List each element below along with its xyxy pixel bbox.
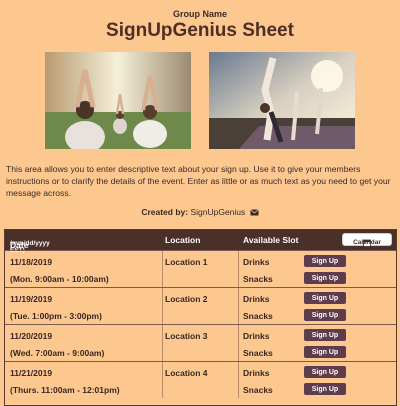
yoga-photo-2 xyxy=(209,52,355,149)
signup-button[interactable]: Sign Up xyxy=(304,272,346,284)
row-slot-snacks: Snacks xyxy=(243,385,273,395)
yoga-photo-1 xyxy=(45,52,191,149)
envelope-icon[interactable] xyxy=(249,208,259,218)
row-slot-snacks: Snacks xyxy=(243,311,273,321)
signup-button[interactable]: Sign Up xyxy=(304,383,346,395)
row-time: (Thurs. 11:00am - 12:01pm) xyxy=(10,385,120,395)
row-location: Location 3 xyxy=(165,331,208,341)
signup-button[interactable]: Sign Up xyxy=(304,292,346,304)
row-slot-drinks: Drinks xyxy=(243,368,270,378)
table-row: 11/21/2019 (Thurs. 11:00am - 12:01pm) Lo… xyxy=(5,361,396,398)
row-slot-snacks: Snacks xyxy=(243,348,273,358)
row-slot-drinks: Drinks xyxy=(243,331,270,341)
signup-button[interactable]: Sign Up xyxy=(304,329,346,341)
calendar-label: Calendar xyxy=(353,239,381,246)
slot-header: Available Slot xyxy=(243,235,299,245)
table-row: 11/19/2019 (Tue. 1:00pm - 3:00pm) Locati… xyxy=(5,287,396,324)
created-by-name: SignUpGenius xyxy=(190,207,246,217)
signup-button[interactable]: Sign Up xyxy=(304,255,346,267)
row-location: Location 4 xyxy=(165,368,208,378)
created-by-label: Created by: xyxy=(141,207,189,217)
page-title: SignUpGenius Sheet xyxy=(106,20,294,41)
signup-button[interactable]: Sign Up xyxy=(304,309,346,321)
row-location: Location 2 xyxy=(165,294,208,304)
row-time: (Mon. 9:00am - 10:00am) xyxy=(10,274,109,284)
row-time: (Tue. 1:00pm - 3:00pm) xyxy=(10,311,102,321)
description-text: This area allows you to enter descriptiv… xyxy=(6,164,391,198)
row-time: (Wed. 7:00am - 9:00am) xyxy=(10,348,105,358)
row-slot-snacks: Snacks xyxy=(243,274,273,284)
signup-button[interactable]: Sign Up xyxy=(304,366,346,378)
table-row: 11/20/2019 (Wed. 7:00am - 9:00am) Locati… xyxy=(5,324,396,361)
location-header: Location xyxy=(165,235,201,245)
table-row: 11/18/2019 (Mon. 9:00am - 10:00am) Locat… xyxy=(5,250,396,287)
row-slot-drinks: Drinks xyxy=(243,257,270,267)
table-header: Date (mm/dd/yyyy EST) Location Available… xyxy=(5,230,396,254)
signup-button[interactable]: Sign Up xyxy=(304,346,346,358)
created-by: Created by: SignUpGenius xyxy=(0,207,400,218)
row-date: 11/19/2019 xyxy=(10,294,53,304)
signup-table: Date (mm/dd/yyyy EST) Location Available… xyxy=(4,229,397,406)
group-name: Group Name xyxy=(172,9,227,19)
row-date: 11/20/2019 xyxy=(10,331,53,341)
row-date: 11/18/2019 xyxy=(10,257,53,267)
row-slot-drinks: Drinks xyxy=(243,294,270,304)
calendar-button[interactable]: Calendar xyxy=(342,233,392,247)
row-location: Location 1 xyxy=(165,257,208,267)
row-date: 11/21/2019 xyxy=(10,368,53,378)
